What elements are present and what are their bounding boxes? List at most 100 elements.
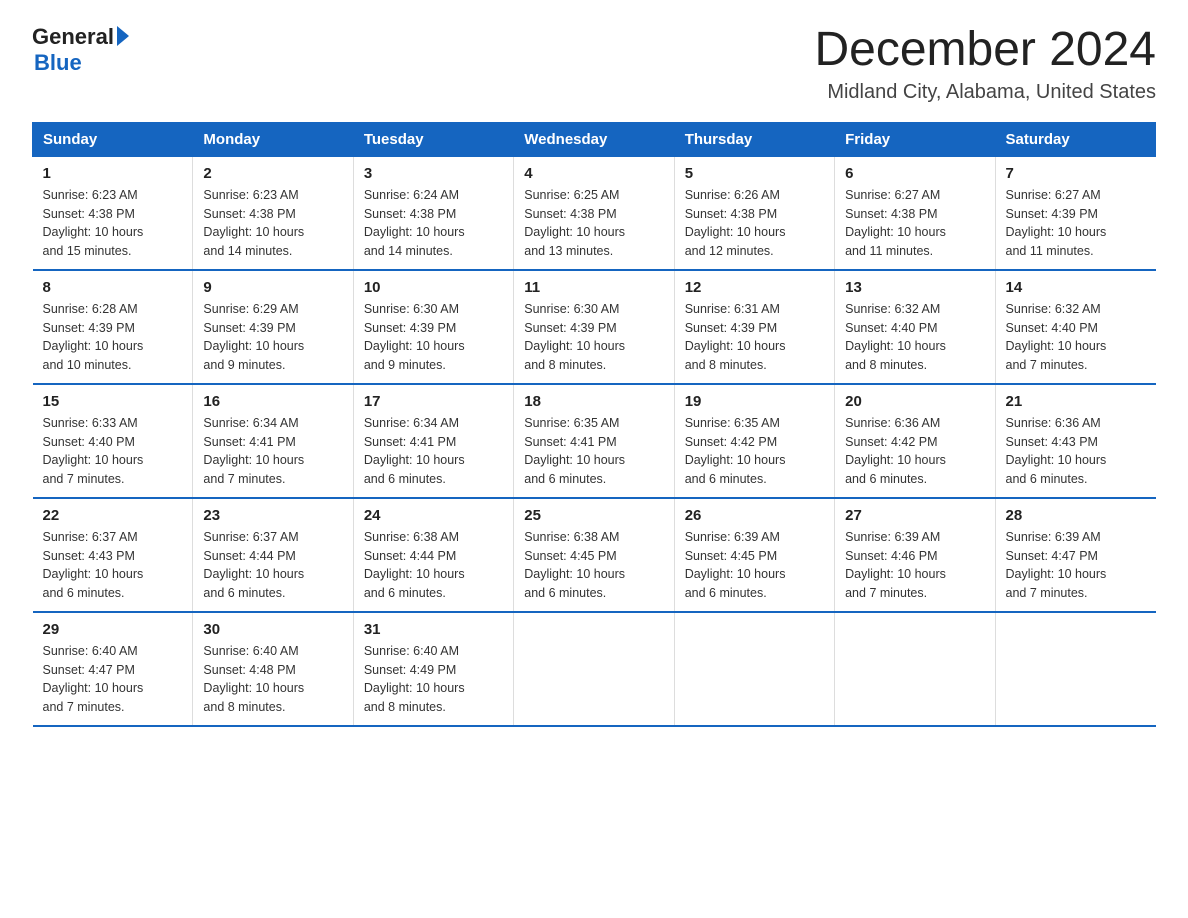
day-info: Sunrise: 6:37 AMSunset: 4:44 PMDaylight:… [203,530,304,600]
header-cell-saturday: Saturday [995,122,1155,156]
calendar-cell [995,612,1155,726]
calendar-cell: 26Sunrise: 6:39 AMSunset: 4:45 PMDayligh… [674,498,834,612]
day-number: 22 [43,507,183,524]
day-info: Sunrise: 6:27 AMSunset: 4:38 PMDaylight:… [845,188,946,258]
day-info: Sunrise: 6:36 AMSunset: 4:43 PMDaylight:… [1006,416,1107,486]
day-info: Sunrise: 6:29 AMSunset: 4:39 PMDaylight:… [203,302,304,372]
calendar-header: SundayMondayTuesdayWednesdayThursdayFrid… [33,122,1156,156]
day-number: 10 [364,279,503,296]
calendar-cell: 6 Sunrise: 6:27 AMSunset: 4:38 PMDaylight… [835,156,995,270]
calendar-cell: 8 Sunrise: 6:28 AMSunset: 4:39 PMDaylight… [33,270,193,384]
calendar-cell: 7 Sunrise: 6:27 AMSunset: 4:39 PMDaylight… [995,156,1155,270]
day-number: 11 [524,279,663,296]
main-title: December 2024 [814,24,1156,77]
day-number: 7 [1006,165,1146,182]
week-row-5: 29Sunrise: 6:40 AMSunset: 4:47 PMDayligh… [33,612,1156,726]
header-cell-sunday: Sunday [33,122,193,156]
calendar-cell: 30 Sunrise: 6:40 AMSunset: 4:48 PMDayligh… [193,612,353,726]
day-number: 16 [203,393,342,410]
calendar-cell: 21 Sunrise: 6:36 AMSunset: 4:43 PMDayligh… [995,384,1155,498]
day-info: Sunrise: 6:39 AMSunset: 4:45 PMDaylight:… [685,530,786,600]
title-section: December 2024 Midland City, Alabama, Uni… [814,24,1156,104]
day-number: 8 [43,279,183,296]
day-number: 27 [845,507,984,524]
day-number: 1 [43,165,183,182]
day-info: Sunrise: 6:40 AMSunset: 4:48 PMDaylight:… [203,644,304,714]
day-info: Sunrise: 6:35 AMSunset: 4:41 PMDaylight:… [524,416,625,486]
day-number: 12 [685,279,824,296]
day-info: Sunrise: 6:31 AMSunset: 4:39 PMDaylight:… [685,302,786,372]
week-row-4: 22 Sunrise: 6:37 AMSunset: 4:43 PMDayligh… [33,498,1156,612]
day-info: Sunrise: 6:39 AMSunset: 4:47 PMDaylight:… [1006,530,1107,600]
calendar-cell: 3 Sunrise: 6:24 AMSunset: 4:38 PMDaylight… [353,156,513,270]
day-number: 31 [364,621,503,638]
calendar-cell: 12 Sunrise: 6:31 AMSunset: 4:39 PMDayligh… [674,270,834,384]
day-number: 6 [845,165,984,182]
calendar-cell: 14 Sunrise: 6:32 AMSunset: 4:40 PMDayligh… [995,270,1155,384]
day-info: Sunrise: 6:30 AMSunset: 4:39 PMDaylight:… [524,302,625,372]
calendar-cell: 11 Sunrise: 6:30 AMSunset: 4:39 PMDayligh… [514,270,674,384]
header-cell-monday: Monday [193,122,353,156]
day-info: Sunrise: 6:34 AMSunset: 4:41 PMDaylight:… [203,416,304,486]
calendar-cell: 19Sunrise: 6:35 AMSunset: 4:42 PMDayligh… [674,384,834,498]
logo-general: General [32,24,114,50]
day-info: Sunrise: 6:32 AMSunset: 4:40 PMDaylight:… [1006,302,1107,372]
day-number: 15 [43,393,183,410]
day-info: Sunrise: 6:24 AMSunset: 4:38 PMDaylight:… [364,188,465,258]
calendar-cell: 9Sunrise: 6:29 AMSunset: 4:39 PMDaylight… [193,270,353,384]
day-number: 23 [203,507,342,524]
day-number: 5 [685,165,824,182]
week-row-1: 1 Sunrise: 6:23 AMSunset: 4:38 PMDaylight… [33,156,1156,270]
header-cell-tuesday: Tuesday [353,122,513,156]
calendar-cell: 5Sunrise: 6:26 AMSunset: 4:38 PMDaylight… [674,156,834,270]
day-info: Sunrise: 6:37 AMSunset: 4:43 PMDaylight:… [43,530,144,600]
calendar-cell [835,612,995,726]
week-row-3: 15 Sunrise: 6:33 AMSunset: 4:40 PMDayligh… [33,384,1156,498]
day-info: Sunrise: 6:36 AMSunset: 4:42 PMDaylight:… [845,416,946,486]
calendar-cell: 1 Sunrise: 6:23 AMSunset: 4:38 PMDaylight… [33,156,193,270]
header-cell-friday: Friday [835,122,995,156]
day-info: Sunrise: 6:35 AMSunset: 4:42 PMDaylight:… [685,416,786,486]
header-cell-wednesday: Wednesday [514,122,674,156]
header-cell-thursday: Thursday [674,122,834,156]
day-info: Sunrise: 6:23 AMSunset: 4:38 PMDaylight:… [43,188,144,258]
day-number: 21 [1006,393,1146,410]
calendar-cell: 2 Sunrise: 6:23 AMSunset: 4:38 PMDaylight… [193,156,353,270]
day-number: 14 [1006,279,1146,296]
calendar-table: SundayMondayTuesdayWednesdayThursdayFrid… [32,122,1156,727]
calendar-cell: 16 Sunrise: 6:34 AMSunset: 4:41 PMDayligh… [193,384,353,498]
calendar-cell: 15 Sunrise: 6:33 AMSunset: 4:40 PMDayligh… [33,384,193,498]
calendar-cell: 18Sunrise: 6:35 AMSunset: 4:41 PMDayligh… [514,384,674,498]
day-number: 25 [524,507,663,524]
logo: General Blue [32,24,129,76]
logo-blue: Blue [34,50,82,76]
day-info: Sunrise: 6:40 AMSunset: 4:47 PMDaylight:… [43,644,144,714]
day-info: Sunrise: 6:28 AMSunset: 4:39 PMDaylight:… [43,302,144,372]
subtitle: Midland City, Alabama, United States [814,81,1156,104]
day-number: 20 [845,393,984,410]
day-info: Sunrise: 6:38 AMSunset: 4:45 PMDaylight:… [524,530,625,600]
day-number: 4 [524,165,663,182]
day-number: 13 [845,279,984,296]
header-row: SundayMondayTuesdayWednesdayThursdayFrid… [33,122,1156,156]
calendar-cell: 23 Sunrise: 6:37 AMSunset: 4:44 PMDayligh… [193,498,353,612]
day-number: 28 [1006,507,1146,524]
day-info: Sunrise: 6:34 AMSunset: 4:41 PMDaylight:… [364,416,465,486]
day-info: Sunrise: 6:33 AMSunset: 4:40 PMDaylight:… [43,416,144,486]
day-info: Sunrise: 6:32 AMSunset: 4:40 PMDaylight:… [845,302,946,372]
calendar-cell: 24Sunrise: 6:38 AMSunset: 4:44 PMDayligh… [353,498,513,612]
day-info: Sunrise: 6:23 AMSunset: 4:38 PMDaylight:… [203,188,304,258]
calendar-cell: 20 Sunrise: 6:36 AMSunset: 4:42 PMDayligh… [835,384,995,498]
page-header: General Blue December 2024 Midland City,… [32,24,1156,104]
calendar-cell [674,612,834,726]
calendar-cell: 29Sunrise: 6:40 AMSunset: 4:47 PMDayligh… [33,612,193,726]
day-number: 2 [203,165,342,182]
day-info: Sunrise: 6:38 AMSunset: 4:44 PMDaylight:… [364,530,465,600]
day-number: 30 [203,621,342,638]
day-info: Sunrise: 6:39 AMSunset: 4:46 PMDaylight:… [845,530,946,600]
calendar-cell: 22 Sunrise: 6:37 AMSunset: 4:43 PMDayligh… [33,498,193,612]
calendar-cell: 13 Sunrise: 6:32 AMSunset: 4:40 PMDayligh… [835,270,995,384]
day-number: 3 [364,165,503,182]
calendar-cell: 31Sunrise: 6:40 AMSunset: 4:49 PMDayligh… [353,612,513,726]
day-info: Sunrise: 6:27 AMSunset: 4:39 PMDaylight:… [1006,188,1107,258]
